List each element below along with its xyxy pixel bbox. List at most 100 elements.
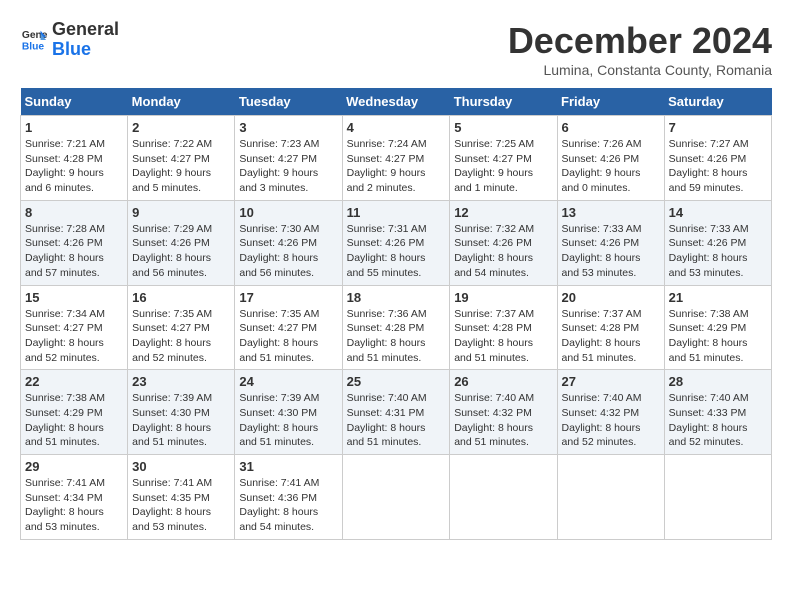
calendar-cell: 30 Sunrise: 7:41 AMSunset: 4:35 PMDaylig… xyxy=(128,455,235,540)
calendar-cell: 8 Sunrise: 7:28 AMSunset: 4:26 PMDayligh… xyxy=(21,200,128,285)
cell-info: Sunrise: 7:33 AMSunset: 4:26 PMDaylight:… xyxy=(669,223,749,279)
calendar-cell: 9 Sunrise: 7:29 AMSunset: 4:26 PMDayligh… xyxy=(128,200,235,285)
calendar-cell: 5 Sunrise: 7:25 AMSunset: 4:27 PMDayligh… xyxy=(450,116,557,201)
calendar-cell: 24 Sunrise: 7:39 AMSunset: 4:30 PMDaylig… xyxy=(235,370,342,455)
cell-info: Sunrise: 7:23 AMSunset: 4:27 PMDaylight:… xyxy=(239,138,319,194)
cell-info: Sunrise: 7:27 AMSunset: 4:26 PMDaylight:… xyxy=(669,138,749,194)
calendar-cell xyxy=(557,455,664,540)
calendar-cell: 22 Sunrise: 7:38 AMSunset: 4:29 PMDaylig… xyxy=(21,370,128,455)
day-number: 11 xyxy=(347,205,446,220)
day-number: 10 xyxy=(239,205,337,220)
calendar-cell: 14 Sunrise: 7:33 AMSunset: 4:26 PMDaylig… xyxy=(664,200,771,285)
calendar-header-row: SundayMondayTuesdayWednesdayThursdayFrid… xyxy=(21,88,772,116)
svg-text:Blue: Blue xyxy=(22,41,45,52)
cell-info: Sunrise: 7:22 AMSunset: 4:27 PMDaylight:… xyxy=(132,138,212,194)
cell-info: Sunrise: 7:33 AMSunset: 4:26 PMDaylight:… xyxy=(562,223,642,279)
cell-info: Sunrise: 7:35 AMSunset: 4:27 PMDaylight:… xyxy=(239,308,319,364)
cell-info: Sunrise: 7:21 AMSunset: 4:28 PMDaylight:… xyxy=(25,138,105,194)
logo-text: General Blue xyxy=(52,20,119,60)
day-number: 27 xyxy=(562,374,660,389)
header-sunday: Sunday xyxy=(21,88,128,116)
day-number: 22 xyxy=(25,374,123,389)
calendar-cell: 4 Sunrise: 7:24 AMSunset: 4:27 PMDayligh… xyxy=(342,116,450,201)
day-number: 9 xyxy=(132,205,230,220)
cell-info: Sunrise: 7:24 AMSunset: 4:27 PMDaylight:… xyxy=(347,138,427,194)
cell-info: Sunrise: 7:39 AMSunset: 4:30 PMDaylight:… xyxy=(132,392,212,448)
header-friday: Friday xyxy=(557,88,664,116)
calendar-cell: 13 Sunrise: 7:33 AMSunset: 4:26 PMDaylig… xyxy=(557,200,664,285)
calendar-cell: 20 Sunrise: 7:37 AMSunset: 4:28 PMDaylig… xyxy=(557,285,664,370)
cell-info: Sunrise: 7:31 AMSunset: 4:26 PMDaylight:… xyxy=(347,223,427,279)
day-number: 28 xyxy=(669,374,767,389)
calendar-cell: 6 Sunrise: 7:26 AMSunset: 4:26 PMDayligh… xyxy=(557,116,664,201)
calendar-cell: 18 Sunrise: 7:36 AMSunset: 4:28 PMDaylig… xyxy=(342,285,450,370)
day-number: 20 xyxy=(562,290,660,305)
calendar-cell: 15 Sunrise: 7:34 AMSunset: 4:27 PMDaylig… xyxy=(21,285,128,370)
day-number: 31 xyxy=(239,459,337,474)
calendar-cell: 3 Sunrise: 7:23 AMSunset: 4:27 PMDayligh… xyxy=(235,116,342,201)
calendar-cell: 25 Sunrise: 7:40 AMSunset: 4:31 PMDaylig… xyxy=(342,370,450,455)
month-title: December 2024 xyxy=(508,20,772,62)
calendar-cell: 19 Sunrise: 7:37 AMSunset: 4:28 PMDaylig… xyxy=(450,285,557,370)
calendar-cell: 28 Sunrise: 7:40 AMSunset: 4:33 PMDaylig… xyxy=(664,370,771,455)
calendar-week-3: 15 Sunrise: 7:34 AMSunset: 4:27 PMDaylig… xyxy=(21,285,772,370)
day-number: 4 xyxy=(347,120,446,135)
day-number: 18 xyxy=(347,290,446,305)
cell-info: Sunrise: 7:26 AMSunset: 4:26 PMDaylight:… xyxy=(562,138,642,194)
page-header: General Blue General Blue December 2024 … xyxy=(20,20,772,78)
day-number: 25 xyxy=(347,374,446,389)
day-number: 2 xyxy=(132,120,230,135)
cell-info: Sunrise: 7:36 AMSunset: 4:28 PMDaylight:… xyxy=(347,308,427,364)
calendar-cell: 29 Sunrise: 7:41 AMSunset: 4:34 PMDaylig… xyxy=(21,455,128,540)
cell-info: Sunrise: 7:41 AMSunset: 4:34 PMDaylight:… xyxy=(25,477,105,533)
day-number: 12 xyxy=(454,205,552,220)
calendar-cell xyxy=(450,455,557,540)
calendar-cell: 23 Sunrise: 7:39 AMSunset: 4:30 PMDaylig… xyxy=(128,370,235,455)
cell-info: Sunrise: 7:40 AMSunset: 4:32 PMDaylight:… xyxy=(454,392,534,448)
cell-info: Sunrise: 7:39 AMSunset: 4:30 PMDaylight:… xyxy=(239,392,319,448)
logo: General Blue General Blue xyxy=(20,20,119,60)
day-number: 16 xyxy=(132,290,230,305)
day-number: 3 xyxy=(239,120,337,135)
header-saturday: Saturday xyxy=(664,88,771,116)
cell-info: Sunrise: 7:32 AMSunset: 4:26 PMDaylight:… xyxy=(454,223,534,279)
cell-info: Sunrise: 7:40 AMSunset: 4:33 PMDaylight:… xyxy=(669,392,749,448)
day-number: 30 xyxy=(132,459,230,474)
calendar-cell: 21 Sunrise: 7:38 AMSunset: 4:29 PMDaylig… xyxy=(664,285,771,370)
cell-info: Sunrise: 7:41 AMSunset: 4:35 PMDaylight:… xyxy=(132,477,212,533)
calendar-cell: 11 Sunrise: 7:31 AMSunset: 4:26 PMDaylig… xyxy=(342,200,450,285)
location-subtitle: Lumina, Constanta County, Romania xyxy=(508,62,772,78)
day-number: 14 xyxy=(669,205,767,220)
calendar-cell: 2 Sunrise: 7:22 AMSunset: 4:27 PMDayligh… xyxy=(128,116,235,201)
day-number: 26 xyxy=(454,374,552,389)
calendar-cell: 10 Sunrise: 7:30 AMSunset: 4:26 PMDaylig… xyxy=(235,200,342,285)
calendar-cell: 1 Sunrise: 7:21 AMSunset: 4:28 PMDayligh… xyxy=(21,116,128,201)
day-number: 8 xyxy=(25,205,123,220)
cell-info: Sunrise: 7:25 AMSunset: 4:27 PMDaylight:… xyxy=(454,138,534,194)
cell-info: Sunrise: 7:38 AMSunset: 4:29 PMDaylight:… xyxy=(669,308,749,364)
calendar-week-1: 1 Sunrise: 7:21 AMSunset: 4:28 PMDayligh… xyxy=(21,116,772,201)
cell-info: Sunrise: 7:28 AMSunset: 4:26 PMDaylight:… xyxy=(25,223,105,279)
cell-info: Sunrise: 7:41 AMSunset: 4:36 PMDaylight:… xyxy=(239,477,319,533)
day-number: 21 xyxy=(669,290,767,305)
calendar-week-5: 29 Sunrise: 7:41 AMSunset: 4:34 PMDaylig… xyxy=(21,455,772,540)
calendar-body: 1 Sunrise: 7:21 AMSunset: 4:28 PMDayligh… xyxy=(21,116,772,540)
cell-info: Sunrise: 7:37 AMSunset: 4:28 PMDaylight:… xyxy=(454,308,534,364)
calendar-cell: 12 Sunrise: 7:32 AMSunset: 4:26 PMDaylig… xyxy=(450,200,557,285)
cell-info: Sunrise: 7:29 AMSunset: 4:26 PMDaylight:… xyxy=(132,223,212,279)
calendar-cell: 27 Sunrise: 7:40 AMSunset: 4:32 PMDaylig… xyxy=(557,370,664,455)
calendar-week-2: 8 Sunrise: 7:28 AMSunset: 4:26 PMDayligh… xyxy=(21,200,772,285)
cell-info: Sunrise: 7:40 AMSunset: 4:31 PMDaylight:… xyxy=(347,392,427,448)
calendar-cell: 7 Sunrise: 7:27 AMSunset: 4:26 PMDayligh… xyxy=(664,116,771,201)
cell-info: Sunrise: 7:30 AMSunset: 4:26 PMDaylight:… xyxy=(239,223,319,279)
calendar-cell: 17 Sunrise: 7:35 AMSunset: 4:27 PMDaylig… xyxy=(235,285,342,370)
calendar-cell: 31 Sunrise: 7:41 AMSunset: 4:36 PMDaylig… xyxy=(235,455,342,540)
header-monday: Monday xyxy=(128,88,235,116)
day-number: 1 xyxy=(25,120,123,135)
day-number: 13 xyxy=(562,205,660,220)
title-block: December 2024 Lumina, Constanta County, … xyxy=(508,20,772,78)
cell-info: Sunrise: 7:34 AMSunset: 4:27 PMDaylight:… xyxy=(25,308,105,364)
cell-info: Sunrise: 7:40 AMSunset: 4:32 PMDaylight:… xyxy=(562,392,642,448)
calendar-cell: 26 Sunrise: 7:40 AMSunset: 4:32 PMDaylig… xyxy=(450,370,557,455)
day-number: 29 xyxy=(25,459,123,474)
